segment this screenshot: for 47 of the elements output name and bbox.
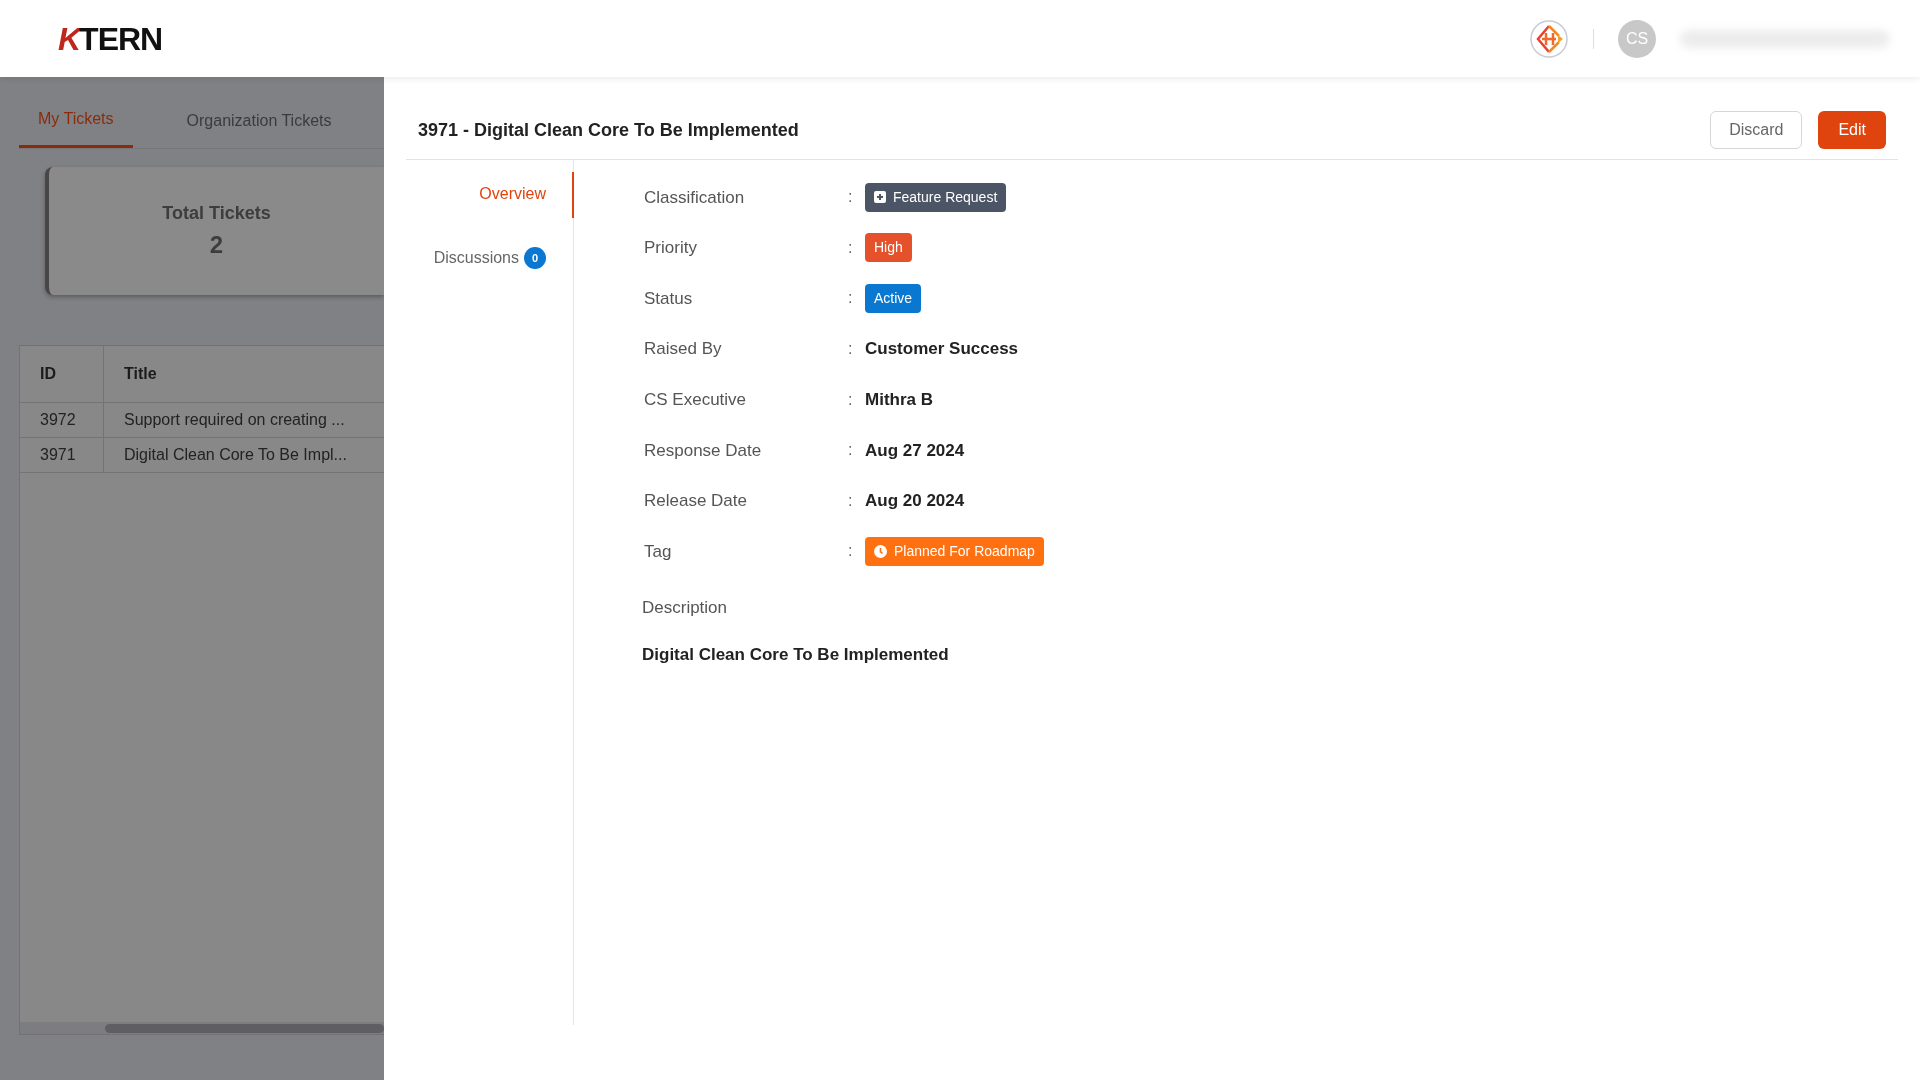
colon: : (848, 339, 854, 360)
count-badge: 0 (524, 247, 546, 269)
ticket-title: 3971 - Digital Clean Core To Be Implemented (418, 118, 799, 142)
column-header: ID (40, 364, 56, 384)
detail-tab[interactable]: Discussions 0 (433, 236, 574, 282)
scrollbar-thumb[interactable] (105, 1024, 384, 1033)
summary-label: Total Tickets (162, 201, 271, 225)
field-label: Classification (644, 186, 746, 209)
discard-button[interactable]: Discard (1710, 111, 1803, 149)
table-cell: Digital Clean Core To Be Impl... (124, 446, 347, 463)
section-label: Description (642, 596, 729, 619)
colon: : (848, 187, 854, 208)
hub-logo-icon[interactable] (1529, 18, 1569, 59)
colon: : (848, 490, 854, 511)
colon: : (848, 389, 854, 410)
status-badge: High (865, 233, 912, 263)
field-label: Status (644, 287, 694, 310)
colon: : (848, 288, 854, 309)
clock-icon (874, 544, 887, 558)
column-header: Title (124, 365, 157, 382)
edit-button[interactable]: Edit (1818, 111, 1886, 149)
category-badge: Feature Request (865, 182, 1007, 212)
tickets-tab[interactable]: Organization Tickets (167, 99, 351, 148)
table-cell-text: 3972 (40, 410, 76, 430)
table-cell-text: 3971 (40, 445, 76, 465)
field-value: Mithra B (865, 388, 933, 411)
status-badge: Active (865, 284, 922, 313)
field-value: Aug 27 2024 (865, 439, 965, 462)
field-label: Priority (644, 237, 698, 260)
colon: : (848, 440, 854, 461)
description-text: Digital Clean Core To Be Implemented (642, 644, 950, 667)
colon: : (848, 237, 854, 258)
logo: KTERN (58, 19, 163, 59)
field-value: Aug 20 2024 (865, 490, 965, 513)
field-value: Customer Success (865, 338, 1019, 361)
field-label: Release Date (644, 490, 748, 513)
field-label: Response Date (644, 439, 763, 462)
detail-tab[interactable]: Overview (479, 172, 574, 218)
field-label: Raised By (644, 338, 723, 361)
plus-icon (874, 191, 886, 204)
tickets-tab[interactable]: My Tickets (19, 99, 133, 148)
tag-badge: Planned For Roadmap (865, 536, 1044, 566)
table-cell: Support required on creating ... (124, 411, 345, 428)
colon: : (848, 541, 854, 562)
field-label: Tag (644, 540, 673, 563)
field-label: CS Executive (644, 388, 748, 411)
summary-count: 2 (209, 229, 224, 260)
